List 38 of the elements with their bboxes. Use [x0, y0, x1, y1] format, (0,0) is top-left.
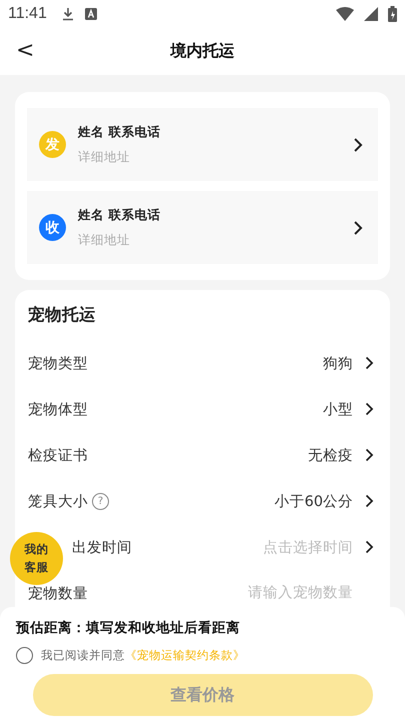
field-label: 检疫证书	[28, 446, 88, 464]
signal-icon	[364, 7, 378, 21]
agreement-text: 我已阅读并同意《宠物运输契约条款》	[41, 648, 245, 663]
field-value: 狗狗	[323, 354, 353, 372]
field-value: 小型	[323, 400, 353, 418]
address-detail: 详细地址	[78, 232, 131, 248]
field-label: 宠物类型	[28, 354, 88, 372]
battery-icon	[388, 6, 397, 22]
chevron-icon	[365, 494, 374, 508]
field-label: 笼具大小	[28, 492, 88, 510]
address-badge: 收	[39, 214, 66, 241]
chevron-icon	[365, 448, 374, 462]
field-label: 宠物数量	[28, 584, 88, 602]
chevron-icon	[353, 220, 363, 236]
wifi-icon	[336, 7, 354, 21]
address-detail: 详细地址	[78, 148, 131, 166]
chevron-icon	[353, 136, 363, 152]
help-icon[interactable]: ?	[92, 492, 109, 510]
agree-checkbox[interactable]	[16, 647, 33, 664]
back-button[interactable]: <	[10, 36, 40, 65]
address-row[interactable]: 收 姓名 联系电话 详细地址	[27, 191, 378, 264]
page-title: 境内托运	[170, 41, 234, 62]
status-time: 11:41	[8, 5, 47, 23]
chevron-icon	[365, 402, 374, 416]
field-label: 出发时间	[72, 538, 132, 556]
field-value: 小于60公分	[274, 492, 353, 510]
address-row[interactable]: 发 姓名 联系电话 详细地址	[27, 108, 378, 181]
field-label: 宠物体型	[28, 400, 88, 418]
contact-name: 姓名 联系电话	[78, 124, 162, 140]
input-field[interactable]: 请输入宠物数量	[201, 584, 355, 602]
section-title: 宠物托运	[28, 304, 97, 326]
contact-name: 姓名 联系电话	[78, 206, 162, 224]
address-badge: 发	[39, 131, 66, 158]
chevron-icon	[365, 356, 374, 370]
download-icon	[60, 7, 75, 21]
field-value: 无检疫	[308, 446, 353, 464]
chevron-icon	[365, 540, 374, 554]
distance-text: 预估距离：填写发和收地址后看距离	[16, 619, 241, 637]
